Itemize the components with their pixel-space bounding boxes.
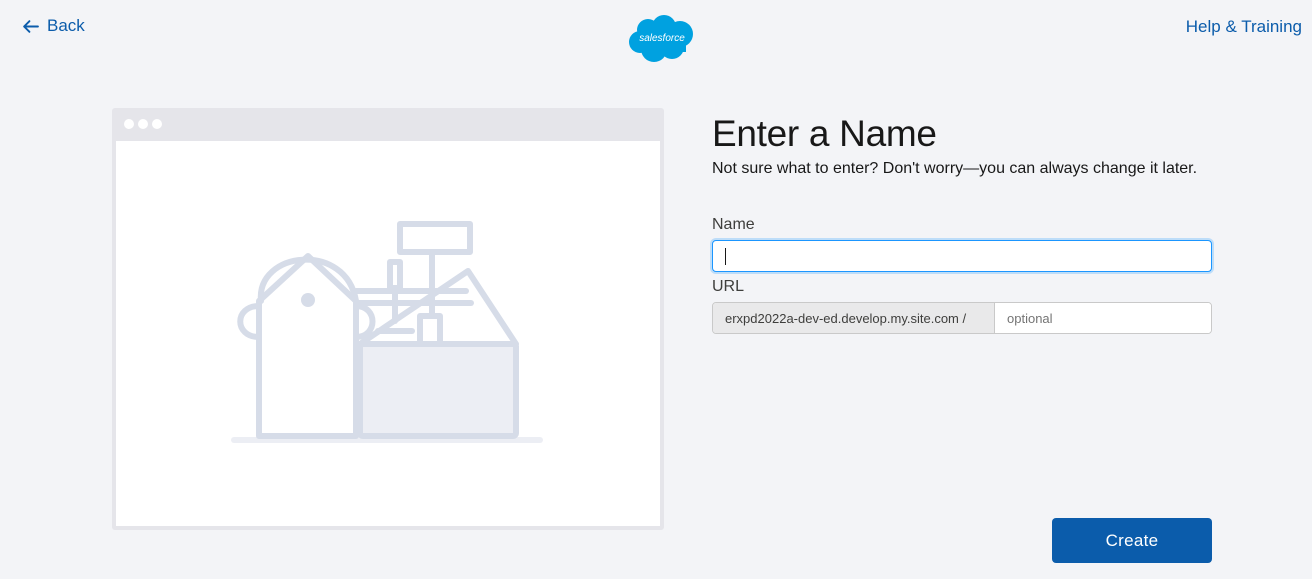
url-label: URL bbox=[712, 278, 745, 295]
back-link[interactable]: Back bbox=[22, 16, 85, 36]
browser-bar bbox=[112, 108, 664, 140]
name-input[interactable] bbox=[712, 240, 1212, 272]
url-path-input[interactable] bbox=[995, 303, 1211, 333]
toolbox-illustration bbox=[231, 221, 543, 443]
browser-body bbox=[116, 141, 660, 526]
illustration-panel bbox=[112, 108, 664, 530]
back-label: Back bbox=[47, 16, 85, 35]
arrow-left-icon bbox=[23, 19, 39, 33]
page-subtitle: Not sure what to enter? Don't worry—you … bbox=[712, 160, 1198, 177]
text-caret bbox=[725, 248, 726, 265]
name-label: Name bbox=[712, 216, 755, 233]
window-dot-icon bbox=[138, 119, 148, 129]
window-dot-icon bbox=[152, 119, 162, 129]
window-dot-icon bbox=[124, 119, 134, 129]
url-field-group: erxpd2022a-dev-ed.develop.my.site.com / bbox=[712, 302, 1212, 334]
url-prefix: erxpd2022a-dev-ed.develop.my.site.com / bbox=[713, 303, 995, 333]
help-training-link[interactable]: Help & Training bbox=[1186, 17, 1302, 37]
name-form: Enter a Name Not sure what to enter? Don… bbox=[712, 112, 1212, 334]
salesforce-logo: salesforce bbox=[629, 15, 693, 62]
logo-text: salesforce bbox=[639, 33, 685, 44]
page-title: Enter a Name bbox=[712, 113, 937, 154]
create-button[interactable]: Create bbox=[1052, 518, 1212, 563]
